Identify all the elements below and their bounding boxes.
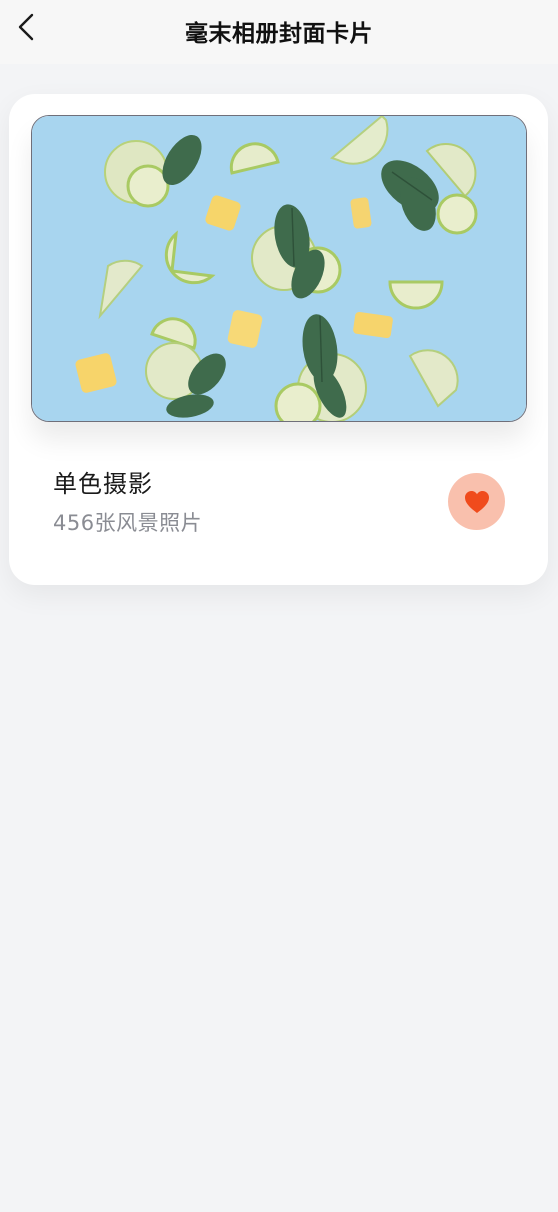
heart-icon: [464, 490, 489, 513]
album-cover-card[interactable]: 单色摄影 456张风景照片: [9, 94, 548, 585]
page-title: 毫末相册封面卡片: [185, 21, 373, 47]
navigation-bar: 毫末相册封面卡片: [0, 0, 558, 64]
album-title: 单色摄影: [53, 470, 153, 498]
album-subtitle: 456张风景照片: [53, 511, 203, 535]
favorite-button[interactable]: [448, 473, 505, 530]
cover-image[interactable]: [31, 115, 527, 422]
